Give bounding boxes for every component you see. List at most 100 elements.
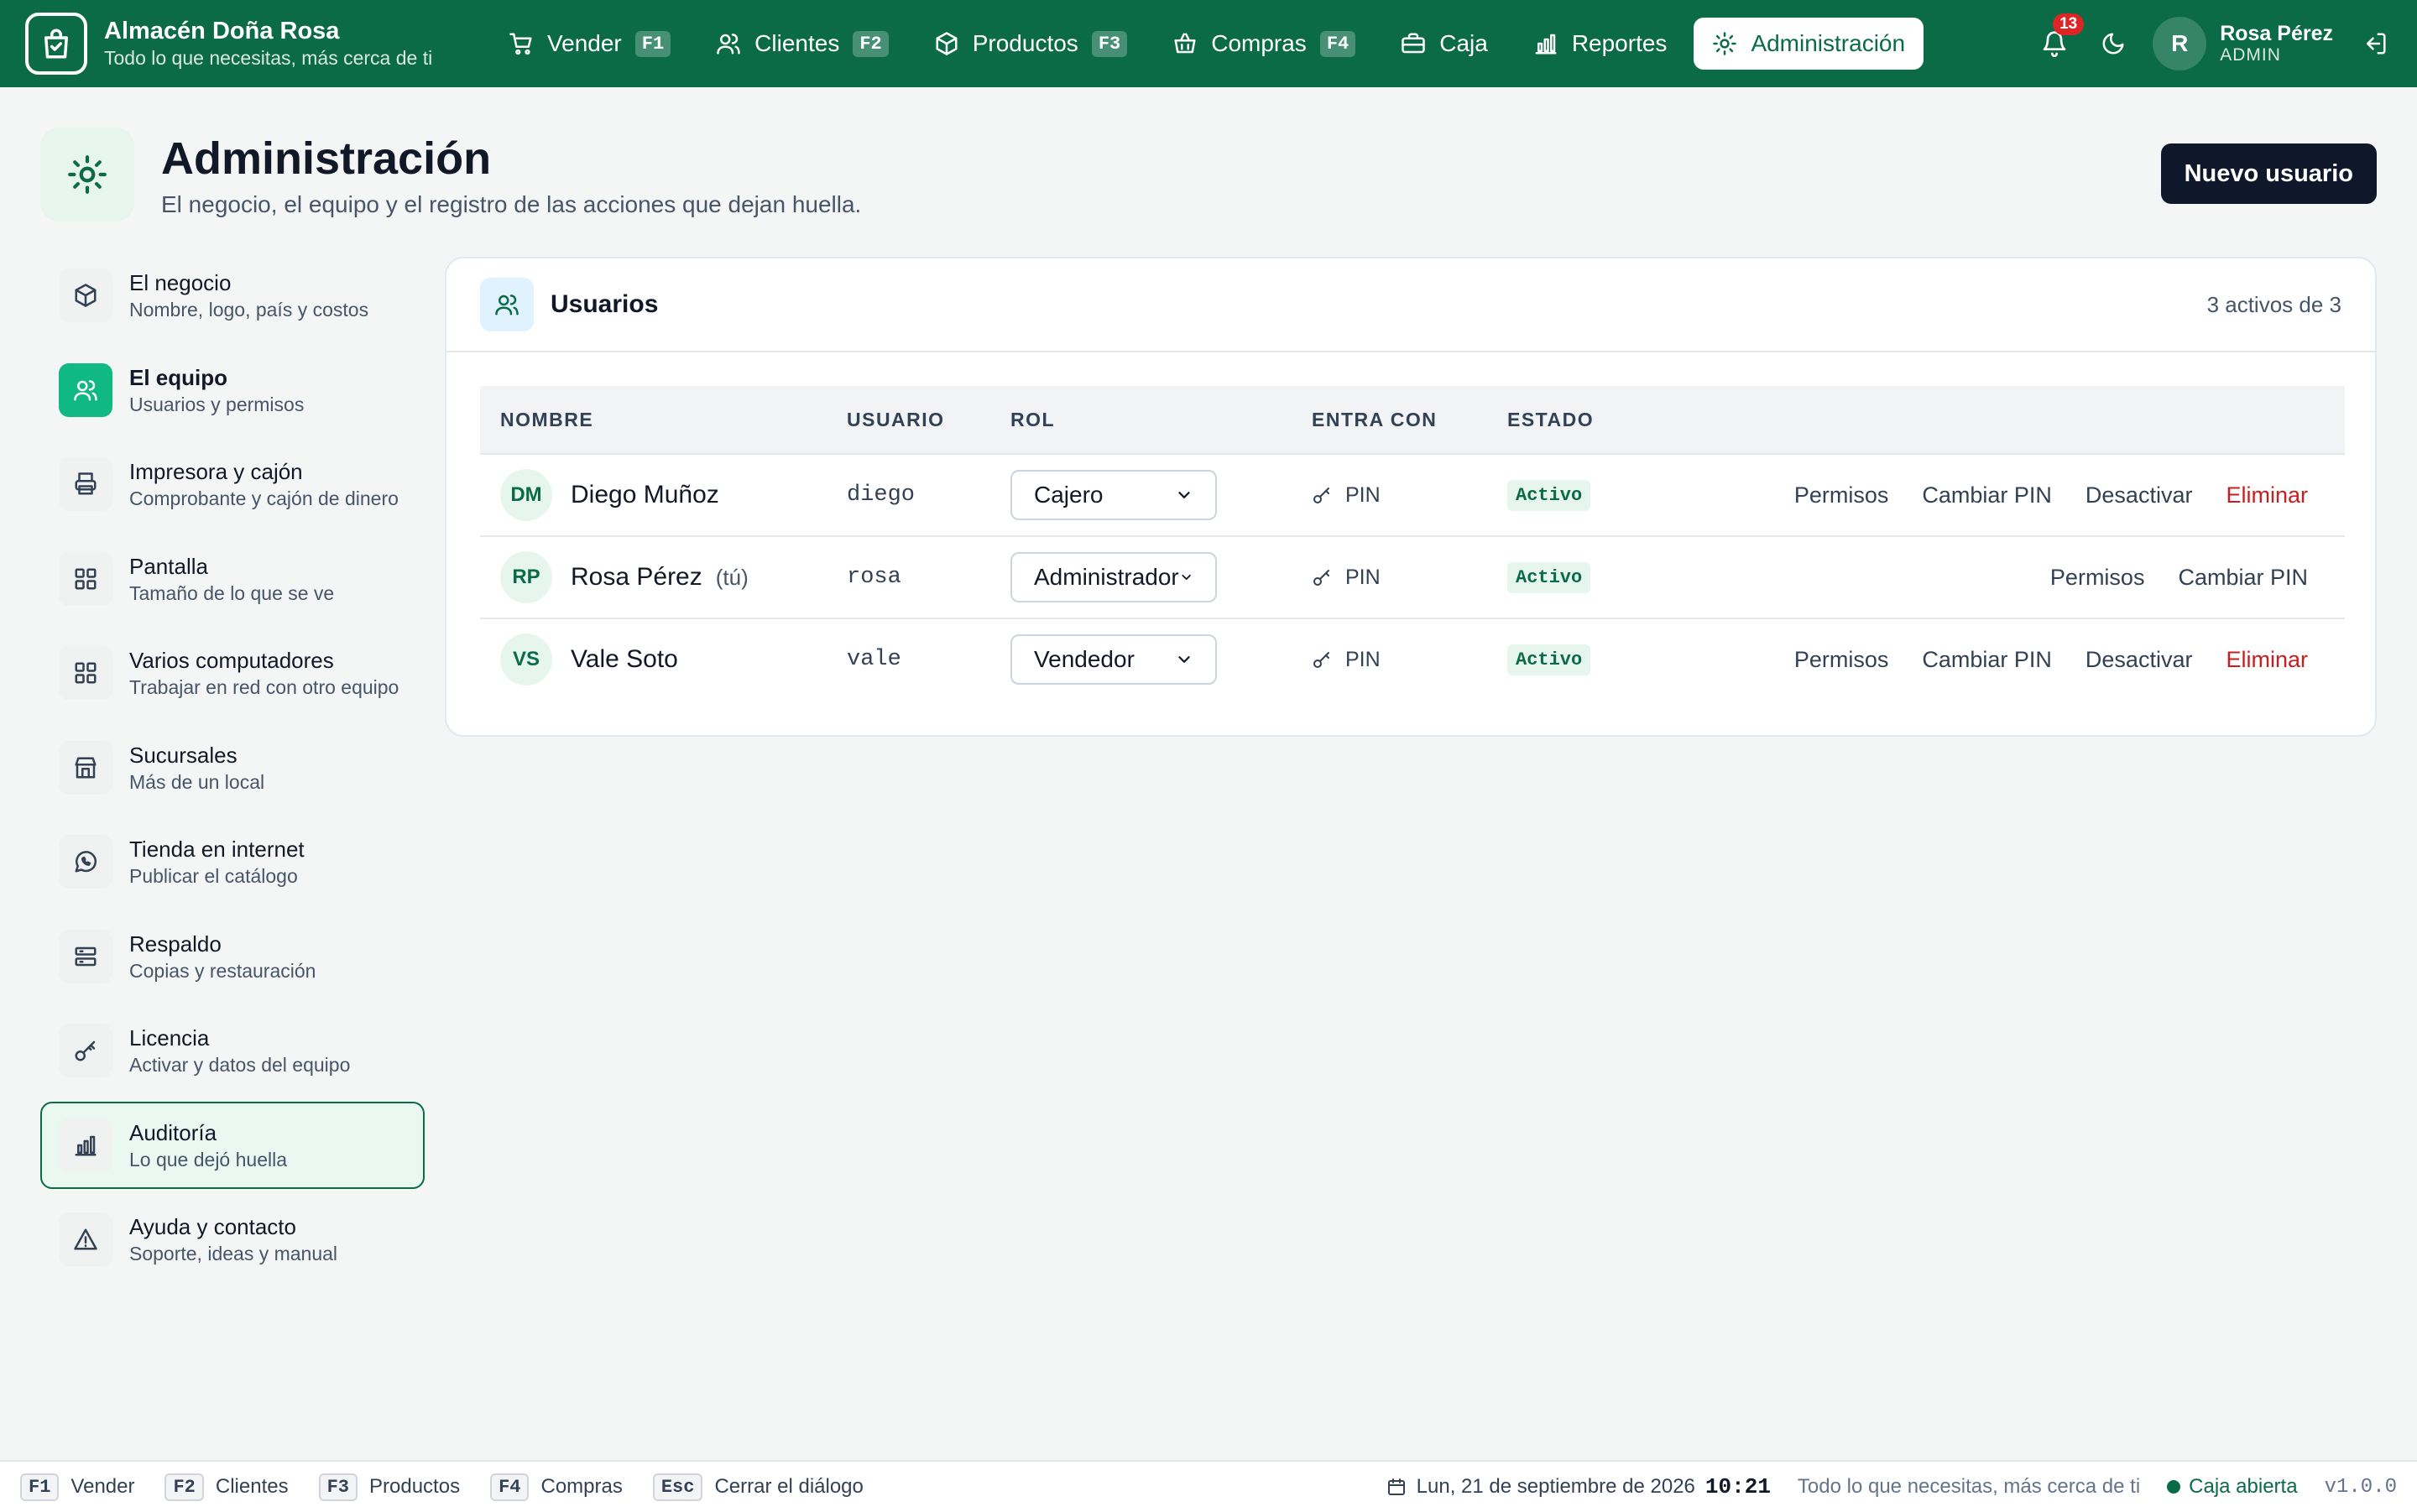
whatsapp-icon [59, 835, 112, 889]
delete-button[interactable]: Eliminar [2226, 482, 2308, 508]
shortcut-label: Compras [540, 1475, 623, 1498]
table-header: NOMBRE USUARIO ROL ENTRA CON ESTADO [480, 386, 2345, 455]
sidebar-item-desc: Tamaño de lo que se ve [129, 581, 335, 604]
nav-label: Compras [1211, 30, 1307, 56]
shortcut-key: F3 [318, 1473, 358, 1501]
sidebar-item-desc: Activar y datos del equipo [129, 1054, 351, 1076]
sidebar-item-label: El equipo [129, 364, 227, 390]
sidebar-item-licencia[interactable]: Licencia Activar y datos del equipo [40, 1007, 425, 1094]
sidebar-item-sucursales[interactable]: Sucursales Más de un local [40, 724, 425, 811]
deactivate-button[interactable]: Desactivar [2086, 647, 2193, 673]
sidebar-item-label: Ayuda y contacto [129, 1214, 296, 1239]
sidebar-item-ayuda[interactable]: Ayuda y contacto Soporte, ideas y manual [40, 1196, 425, 1283]
shortcut-productos[interactable]: F3 Productos [318, 1473, 460, 1501]
auth-method: PIN [1345, 647, 1381, 671]
column-header-role: ROL [1010, 408, 1056, 430]
change-pin-button[interactable]: Cambiar PIN [1922, 647, 2052, 673]
box-icon [59, 269, 112, 322]
cart-icon [509, 33, 532, 55]
status-bar: F1 Vender F2 Clientes F3 Productos F4 Compra… [0, 1460, 2417, 1512]
nav-label: Clientes [754, 30, 840, 56]
sidebar-item-tienda[interactable]: Tienda en internet Publicar el catálogo [40, 818, 425, 905]
sidebar-item-desc: Soporte, ideas y manual [129, 1243, 338, 1264]
shortcut-badge: F2 [853, 30, 889, 57]
box-icon [936, 32, 958, 55]
deactivate-button[interactable]: Desactivar [2086, 482, 2193, 508]
table-row: RP Rosa Pérez (tú) rosa Administrador PI… [480, 537, 2345, 619]
brand[interactable]: Almacén Doña Rosa Todo lo que necesitas,… [25, 13, 462, 75]
new-user-button[interactable]: Nuevo usuario [2160, 143, 2377, 204]
shortcut-key: F2 [164, 1473, 204, 1501]
auth-method: PIN [1345, 565, 1381, 589]
nav-caja[interactable]: Caja [1382, 18, 1506, 70]
sidebar-item-auditoria[interactable]: Auditoría Lo que dejó huella [40, 1101, 425, 1189]
change-pin-button[interactable]: Cambiar PIN [2178, 565, 2308, 591]
sidebar-item-desc: Publicar el catálogo [129, 865, 298, 887]
shortcut-badge: F1 [634, 30, 671, 57]
nav-reportes[interactable]: Reportes [1515, 18, 1686, 70]
page-title: Administración [161, 133, 492, 184]
shortcut-vender[interactable]: F1 Vender [20, 1473, 134, 1501]
nav-compras[interactable]: Compras F4 [1154, 18, 1374, 70]
user-role: ADMIN [2220, 45, 2281, 65]
status-badge: Activo [1507, 479, 1591, 511]
sidebar-item-desc: Copias y restauración [129, 959, 316, 982]
role-select[interactable]: Cajero [1010, 470, 1217, 520]
chart-icon [1535, 34, 1557, 55]
shortcut-label: Vender [70, 1475, 135, 1498]
role-select[interactable]: Vendedor [1010, 634, 1217, 685]
sidebar-item-respaldo[interactable]: Respaldo Copias y restauración [40, 913, 425, 1000]
sidebar-item-equipo[interactable]: El equipo Usuarios y permisos [40, 347, 425, 434]
nav-clientes[interactable]: Clientes F2 [697, 18, 907, 70]
key-icon [59, 1024, 112, 1077]
page-header: Administración El negocio, el equipo y e… [40, 128, 861, 222]
permissions-button[interactable]: Permisos [1794, 647, 1889, 673]
nav-administracion[interactable]: Administración [1694, 18, 1924, 70]
table-row: VS Vale Soto vale Vendedor PIN Activo Pe… [480, 619, 2345, 701]
notifications-button[interactable]: 13 [2033, 13, 2085, 57]
chevron-down-icon [1178, 492, 1190, 498]
grid-icon [59, 551, 112, 606]
store-icon [59, 740, 112, 795]
change-pin-button[interactable]: Cambiar PIN [1922, 482, 2052, 508]
nav-label: Reportes [1571, 30, 1668, 56]
user-menu[interactable]: Rosa Pérez ADMIN [2220, 22, 2333, 65]
nav-productos[interactable]: Productos F3 [916, 18, 1146, 70]
permissions-button[interactable]: Permisos [1794, 482, 1889, 508]
sidebar-item-desc: Nombre, logo, país y costos [129, 299, 369, 321]
sidebar-item-label: Sucursales [129, 742, 238, 768]
column-header-user: USUARIO [847, 408, 945, 430]
sun-gear-icon [1713, 32, 1737, 55]
sidebar-item-pantalla[interactable]: Pantalla Tamaño de lo que se ve [40, 535, 425, 623]
delete-button[interactable]: Eliminar [2226, 647, 2308, 673]
user-avatar[interactable]: R [2153, 17, 2207, 70]
sidebar-item-label: Impresora y cajón [129, 459, 303, 484]
shortcut-escape[interactable]: Esc Cerrar el diálogo [652, 1473, 864, 1501]
sidebar-item-label: Pantalla [129, 553, 208, 579]
status-badge: Activo [1507, 644, 1591, 675]
main-nav: Vender F1 Clientes F2 Productos F3 Compr… [490, 18, 1932, 70]
user-initials-avatar: RP [500, 551, 552, 603]
current-date: Lun, 21 de septiembre de 2026 [1416, 1475, 1695, 1498]
sidebar-item-impresora[interactable]: Impresora y cajón Comprobante y cajón de … [40, 441, 425, 528]
shortcut-clientes[interactable]: F2 Clientes [164, 1473, 289, 1501]
logout-button[interactable] [2358, 31, 2392, 56]
role-select-value: Vendedor [1034, 646, 1135, 672]
sidebar-item-label: Tienda en internet [129, 837, 305, 862]
nav-label: Productos [972, 30, 1078, 56]
theme-toggle-button[interactable] [2092, 31, 2134, 56]
sidebar-item-label: Respaldo [129, 931, 222, 957]
auth-method: PIN [1345, 482, 1381, 507]
nav-vender[interactable]: Vender F1 [490, 18, 689, 70]
moon-icon [2102, 33, 2124, 55]
register-status-dot [2167, 1480, 2181, 1494]
top-bar: Almacén Doña Rosa Todo lo que necesitas,… [0, 0, 2417, 87]
permissions-button[interactable]: Permisos [2050, 565, 2145, 591]
sidebar-item-desc: Usuarios y permisos [129, 393, 305, 415]
role-select-value: Administrador [1034, 564, 1179, 590]
role-select[interactable]: Administrador [1010, 552, 1217, 602]
sidebar-item-computadores[interactable]: Varios computadores Trabajar en red con o… [40, 629, 425, 717]
users-table: NOMBRE USUARIO ROL ENTRA CON ESTADO DM D… [480, 386, 2345, 701]
shortcut-compras[interactable]: F4 Compras [490, 1473, 623, 1501]
sidebar-item-negocio[interactable]: El negocio Nombre, logo, país y costos [40, 252, 425, 339]
